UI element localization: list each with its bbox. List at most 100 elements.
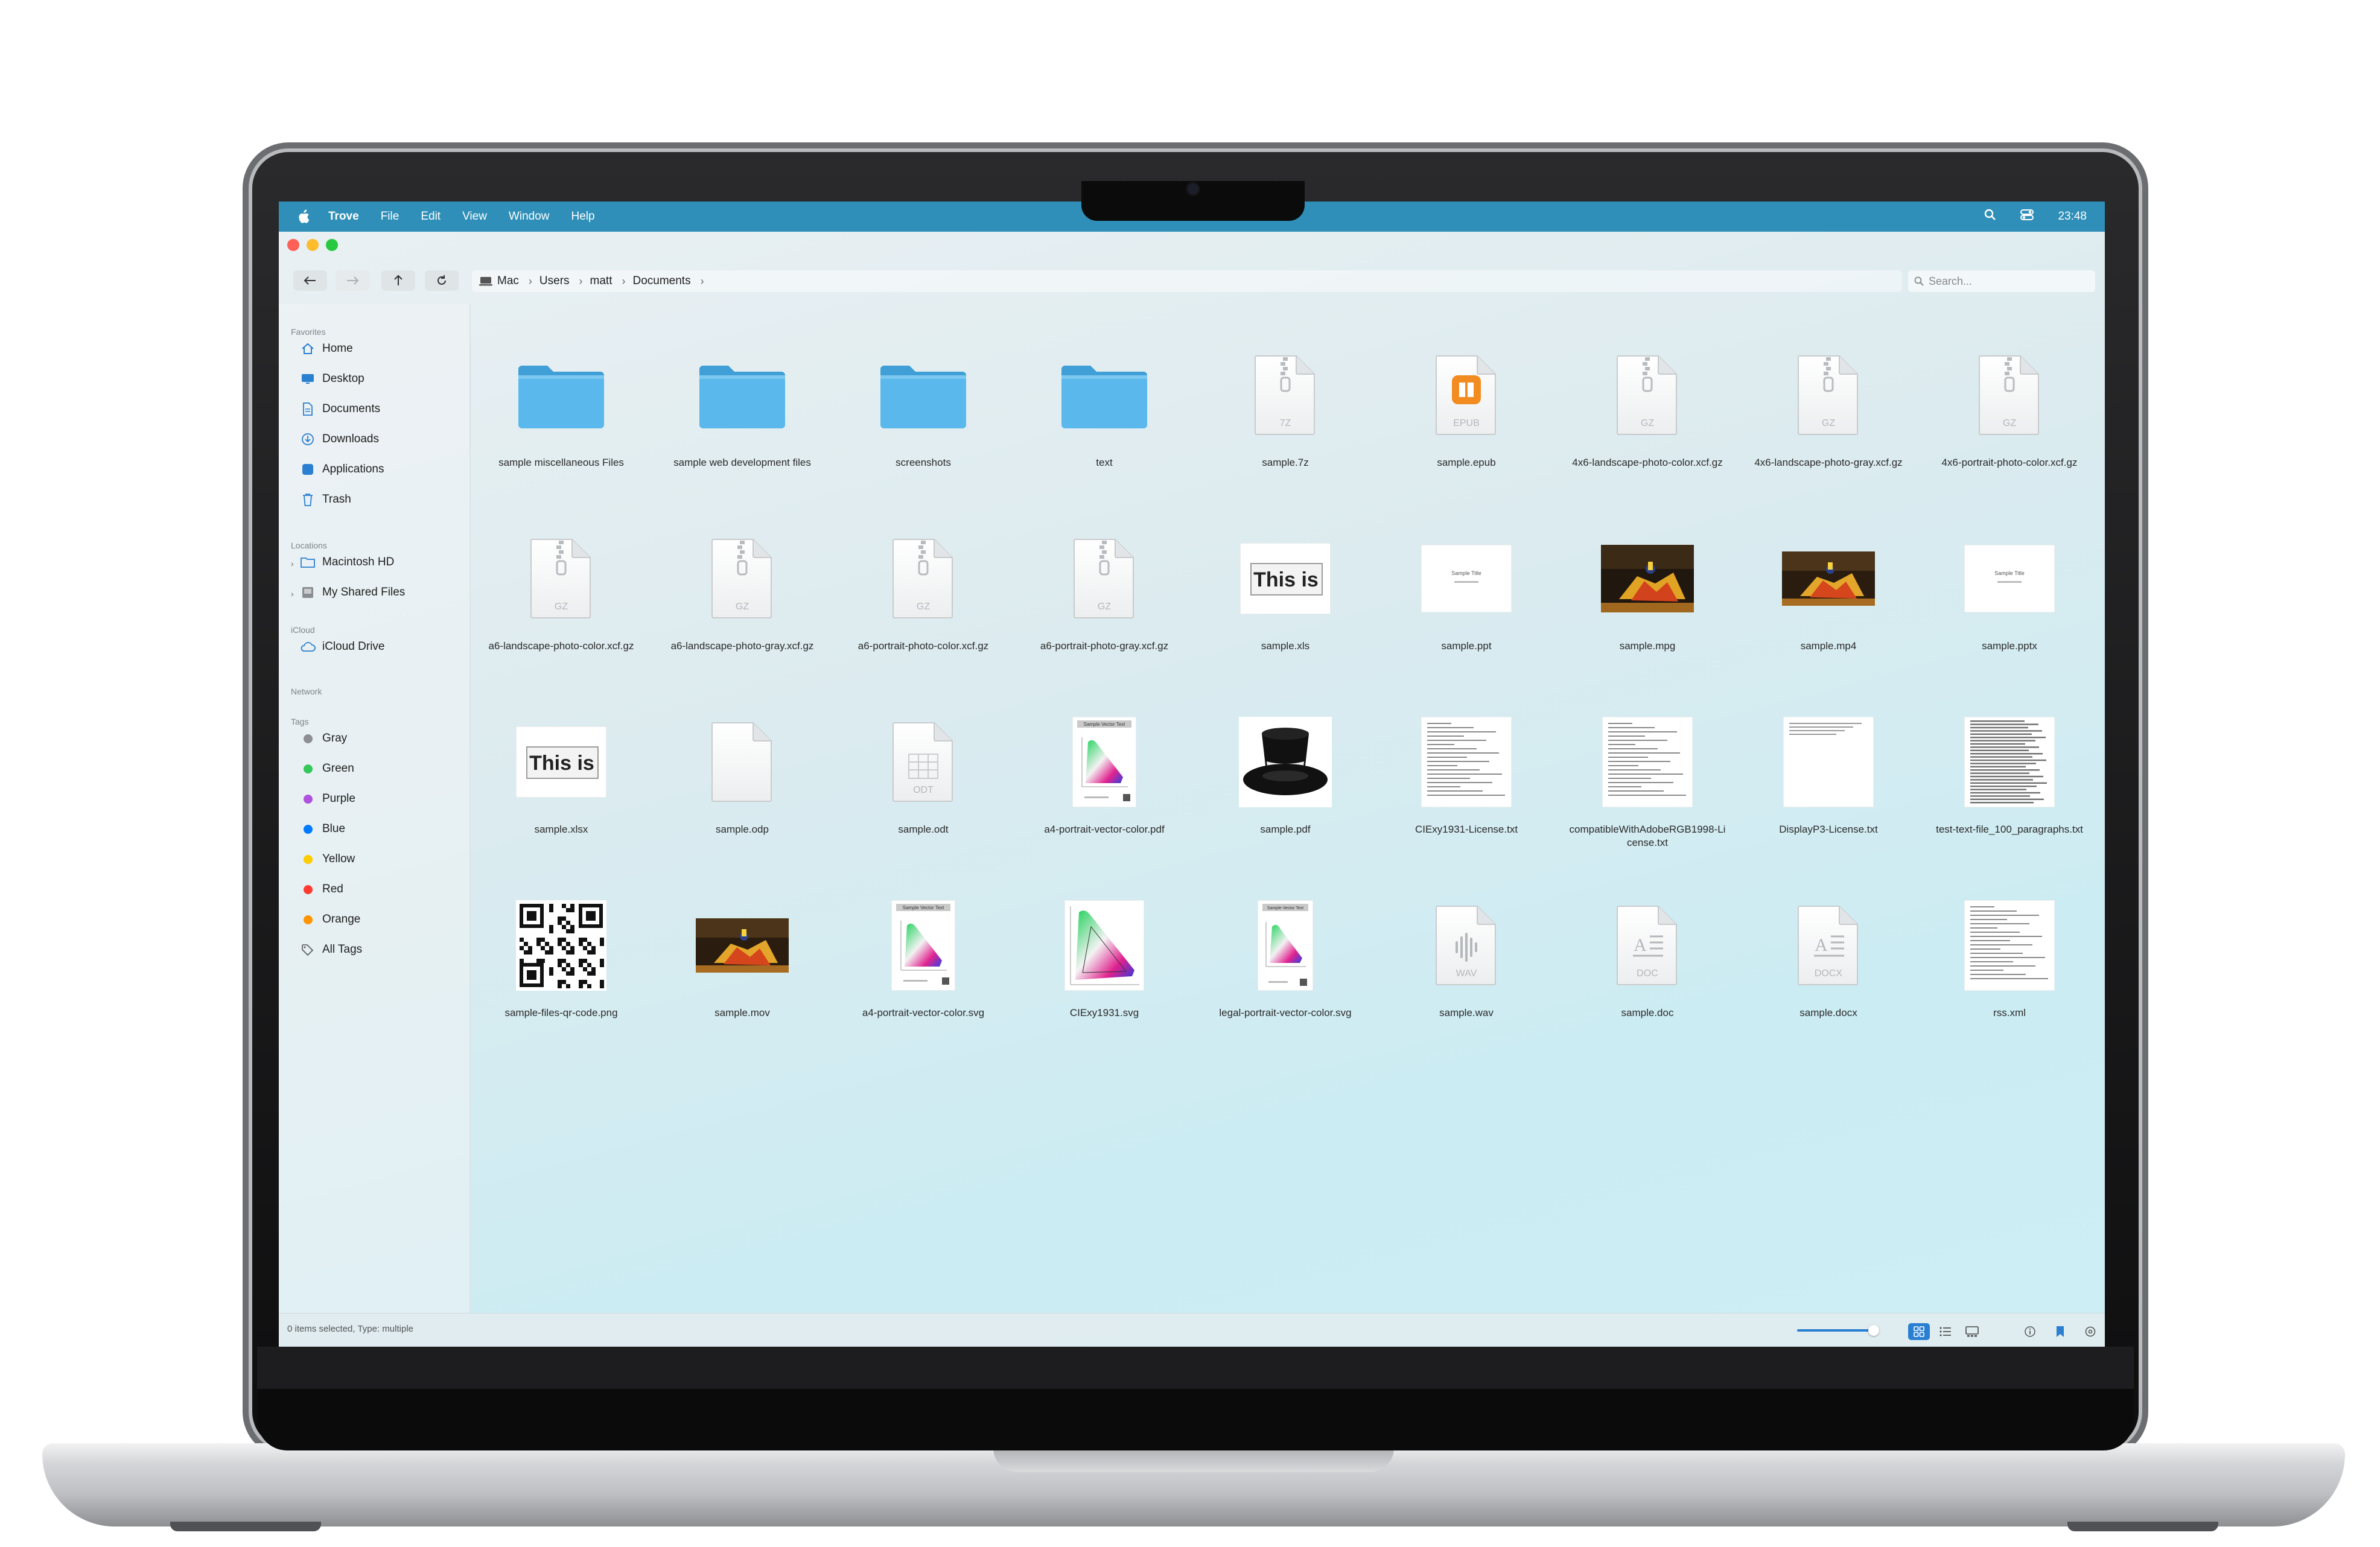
file-thumbnail-icon: GZ — [682, 521, 803, 636]
file-thumbnail-icon: A DOC — [1587, 888, 1708, 1003]
breadcrumb-users[interactable]: Users › — [539, 275, 583, 288]
file-tile[interactable]: sample.mp4 — [1750, 521, 1907, 702]
file-tile[interactable]: Sample Vector Text a4-portrait-vector-col… — [1026, 705, 1183, 886]
icon-view-button[interactable] — [1908, 1323, 1930, 1340]
file-tile[interactable]: This is sample.xls — [1207, 521, 1364, 702]
sidebar-item-desktop[interactable]: Desktop — [299, 368, 364, 390]
menu-edit[interactable]: Edit — [421, 210, 441, 223]
file-thumbnail-icon — [1949, 888, 2070, 1003]
bookmark-icon[interactable] — [2052, 1323, 2069, 1340]
file-thumbnail-icon: Sample Vector Text — [1225, 888, 1346, 1003]
back-button[interactable] — [293, 270, 327, 291]
sidebar-tag-blue[interactable]: Blue — [299, 818, 345, 840]
spotlight-search-icon[interactable] — [1984, 209, 1996, 224]
file-tile[interactable]: DisplayP3-License.txt — [1750, 705, 1907, 886]
sidebar-item-documents[interactable]: Documents — [299, 398, 380, 420]
file-tile[interactable]: A DOC sample.doc — [1569, 888, 1726, 1069]
sidebar-item-macintosh-hd[interactable]: Macintosh HD — [299, 551, 394, 573]
svg-text:This is: This is — [1253, 568, 1319, 591]
sidebar-item-home[interactable]: Home — [299, 338, 353, 360]
file-tile[interactable]: Sample Vector Text legal-portrait-vector-… — [1207, 888, 1364, 1069]
sidebar-tag-gray[interactable]: Gray — [299, 728, 347, 749]
path-bar[interactable]: Mac › Users › matt › Documents › — [472, 270, 1902, 292]
file-tile[interactable]: GZ 4x6-portrait-photo-color.xcf.gz — [1931, 338, 2088, 519]
file-tile[interactable]: GZ 4x6-landscape-photo-color.xcf.gz — [1569, 338, 1726, 519]
refresh-button[interactable] — [425, 270, 459, 291]
disclosure-chevron-icon[interactable]: › — [291, 559, 294, 568]
file-tile[interactable]: CIExy1931-License.txt — [1388, 705, 1545, 886]
file-tile[interactable]: GZ a6-portrait-photo-color.xcf.gz — [845, 521, 1002, 702]
file-tile[interactable]: GZ a6-portrait-photo-gray.xcf.gz — [1026, 521, 1183, 702]
file-tile[interactable]: compatibleWithAdobeRGB1998-License.txt — [1569, 705, 1726, 886]
menu-clock[interactable]: 23:48 — [2058, 210, 2087, 223]
file-tile[interactable]: sample.mpg — [1569, 521, 1726, 702]
sidebar-item-applications[interactable]: Applications — [299, 459, 384, 480]
file-tile[interactable]: Sample Title sample.pptx — [1931, 521, 2088, 702]
list-view-button[interactable] — [1935, 1323, 1956, 1340]
svg-text:Sample Title: Sample Title — [1451, 570, 1481, 576]
sidebar-tag-red[interactable]: Red — [299, 878, 343, 900]
file-name: screenshots — [896, 457, 951, 468]
file-tile[interactable]: GZ a6-landscape-photo-color.xcf.gz — [483, 521, 640, 702]
file-tile[interactable]: sample.pdf — [1207, 705, 1364, 886]
menu-view[interactable]: View — [462, 210, 487, 223]
icon-size-slider[interactable] — [1797, 1329, 1872, 1332]
file-tile[interactable]: A DOCX sample.docx — [1750, 888, 1907, 1069]
apple-menu-icon[interactable] — [297, 209, 310, 224]
sidebar-tag-green[interactable]: Green — [299, 758, 354, 780]
forward-button[interactable] — [336, 270, 369, 291]
file-name: a4-portrait-vector-color.svg — [862, 1007, 985, 1018]
file-tile[interactable]: GZ a6-landscape-photo-gray.xcf.gz — [664, 521, 821, 702]
breadcrumb-matt[interactable]: matt › — [590, 275, 626, 288]
file-tile[interactable]: WAV sample.wav — [1388, 888, 1545, 1069]
file-tile[interactable]: test-text-file_100_paragraphs.txt — [1931, 705, 2088, 886]
file-tile[interactable]: Sample Vector Text a4-portrait-vector-col… — [845, 888, 1002, 1069]
file-tile[interactable]: sample-files-qr-code.png — [483, 888, 640, 1069]
file-tile[interactable]: rss.xml — [1931, 888, 2088, 1069]
file-tile[interactable]: screenshots — [845, 338, 1002, 519]
minimize-window-button[interactable] — [307, 239, 319, 251]
gallery-view-button[interactable] — [1961, 1323, 1983, 1340]
breadcrumb-mac[interactable]: Mac › — [479, 275, 532, 288]
close-window-button[interactable] — [287, 239, 299, 251]
file-thumbnail-icon: GZ — [501, 521, 622, 636]
sidebar-item-all-tags[interactable]: All Tags — [299, 939, 362, 961]
tag-dot-icon — [303, 915, 313, 924]
menu-app-name[interactable]: Trove — [328, 210, 359, 223]
zoom-window-button[interactable] — [326, 239, 338, 251]
enclosing-folder-button[interactable] — [381, 270, 415, 291]
file-tile[interactable]: GZ 4x6-landscape-photo-gray.xcf.gz — [1750, 338, 1907, 519]
file-tile[interactable]: CIExy1931.svg — [1026, 888, 1183, 1069]
sidebar-tag-purple[interactable]: Purple — [299, 788, 355, 810]
control-center-icon[interactable] — [2020, 209, 2034, 224]
file-grid[interactable]: sample miscellaneous Files sample web dev… — [471, 304, 2105, 1313]
icon-size-slider-knob[interactable] — [1868, 1325, 1879, 1336]
menu-help[interactable]: Help — [571, 210, 595, 223]
sidebar-tag-yellow[interactable]: Yellow — [299, 848, 355, 870]
menu-window[interactable]: Window — [509, 210, 550, 223]
file-tile[interactable]: EPUB sample.epub — [1388, 338, 1545, 519]
breadcrumb-documents[interactable]: Documents › — [632, 275, 704, 288]
file-tile[interactable]: sample miscellaneous Files — [483, 338, 640, 519]
shared-drive-icon — [299, 584, 316, 601]
file-name: sample.pptx — [1982, 640, 2037, 652]
file-tile[interactable]: Sample Title sample.ppt — [1388, 521, 1545, 702]
sidebar-tag-orange[interactable]: Orange — [299, 909, 360, 930]
file-tile[interactable]: sample web development files — [664, 338, 821, 519]
sidebar-item-icloud-drive[interactable]: iCloud Drive — [299, 636, 384, 658]
info-icon[interactable] — [2022, 1323, 2038, 1340]
svg-text:A: A — [1634, 935, 1647, 955]
file-tile[interactable]: 7Z sample.7z — [1207, 338, 1364, 519]
settings-icon[interactable] — [2082, 1323, 2099, 1340]
sidebar-item-trash[interactable]: Trash — [299, 489, 351, 510]
search-field[interactable]: Search... — [1908, 270, 2095, 292]
menu-file[interactable]: File — [381, 210, 399, 223]
disclosure-chevron-icon[interactable]: › — [291, 589, 294, 599]
file-tile[interactable]: sample.odp — [664, 705, 821, 886]
file-tile[interactable]: text — [1026, 338, 1183, 519]
file-tile[interactable]: This is sample.xlsx — [483, 705, 640, 886]
file-tile[interactable]: ODT sample.odt — [845, 705, 1002, 886]
sidebar-item-downloads[interactable]: Downloads — [299, 428, 379, 450]
file-tile[interactable]: sample.mov — [664, 888, 821, 1069]
sidebar-item-my-shared-files[interactable]: My Shared Files — [299, 582, 405, 603]
